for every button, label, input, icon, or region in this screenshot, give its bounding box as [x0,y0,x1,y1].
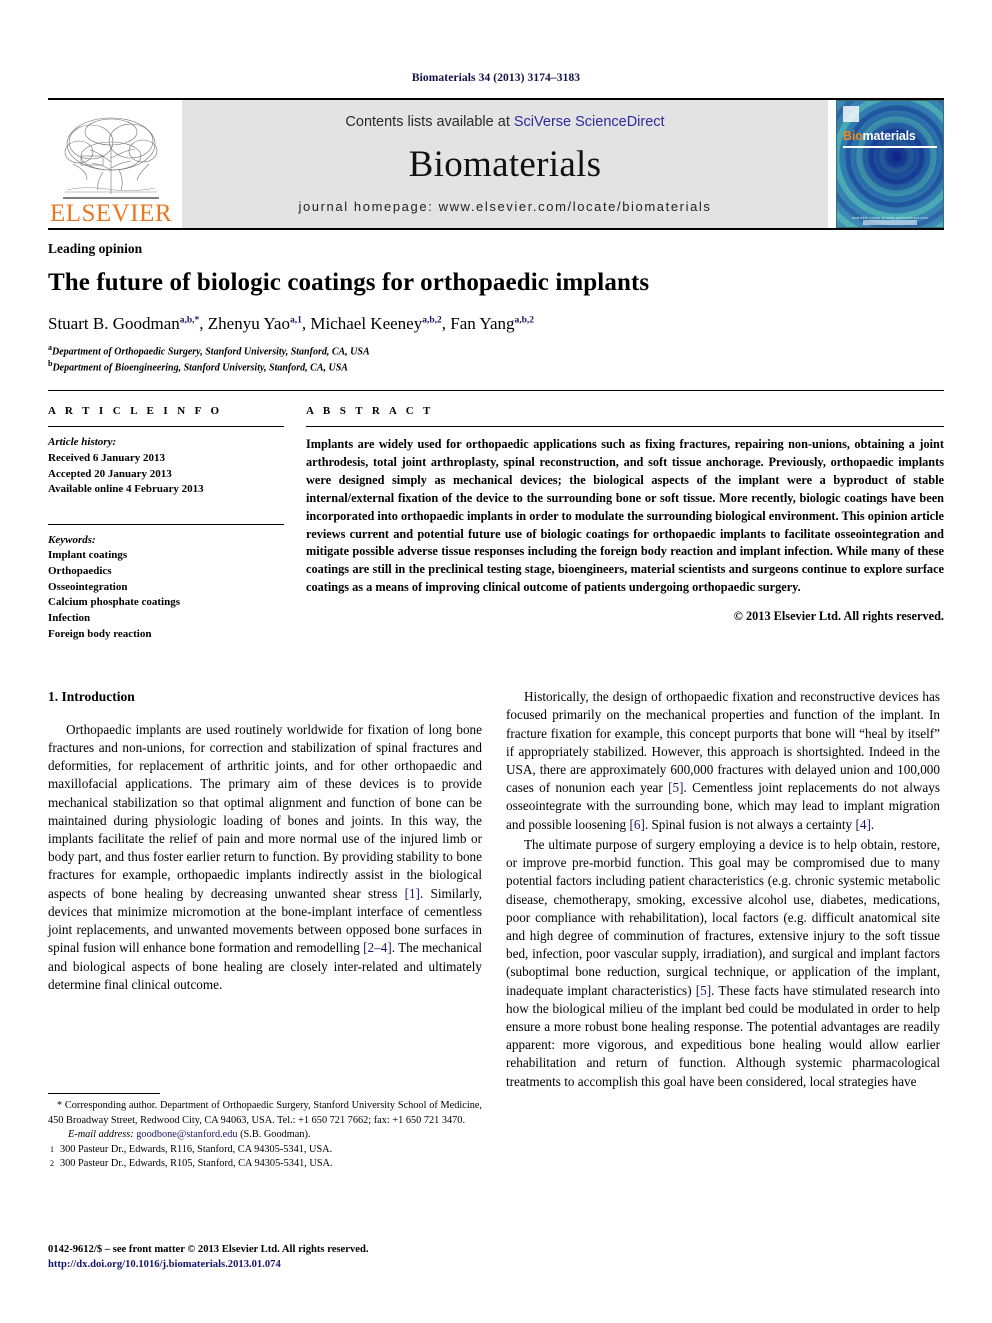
elsevier-tree-icon [63,117,159,199]
body-column-left: 1. Introduction Orthopaedic implants are… [48,688,482,1093]
imprint-block: 0142-9612/$ – see front matter © 2013 El… [48,1242,518,1273]
keyword-item: Osseointegration [48,580,128,593]
info-abstract-block: A R T I C L E I N F O Article history: R… [48,390,944,642]
author-entry: Fan Yanga,b,2 [450,314,534,333]
email-note: E-mail address: goodbone@stanford.edu (S… [48,1128,482,1143]
contents-prefix: Contents lists available at [345,114,514,130]
author-name: Michael Keeney [310,313,423,333]
keywords-label: Keywords: [48,533,96,546]
citation-reference[interactable]: [5] [696,983,711,998]
body-column-right: Historically, the design of orthopaedic … [506,688,940,1093]
keyword-item: Implant coatings [48,549,128,562]
citation-reference[interactable]: [5] [668,780,683,795]
author-entry: Stuart B. Goodmana,b,* [48,314,199,333]
history-item: Accepted 20 January 2013 [48,467,172,480]
citation-reference[interactable]: [2–4] [363,940,392,955]
author-name: Zhenyu Yao [207,313,290,333]
article-type-label: Leading opinion [48,241,143,256]
author-name: Stuart B. Goodman [48,313,180,333]
corresponding-author-note: * Corresponding author. Department of Or… [48,1100,482,1126]
author-entry: Michael Keeneya,b,2 [310,314,441,333]
running-head: Biomaterials 34 (2013) 3174–3183 [411,72,581,84]
journal-homepage-link[interactable]: journal homepage: www.elsevier.com/locat… [298,199,711,214]
affiliations: aDepartment of Orthopaedic Surgery, Stan… [48,343,944,375]
author-marks: a,1 [289,315,302,326]
abstract-heading: A B S T R A C T [306,405,434,418]
abstract-copyright: © 2013 Elsevier Ltd. All rights reserved… [733,609,944,624]
article-info-rule [48,426,284,428]
article-info-column: A R T I C L E I N F O Article history: R… [48,405,284,642]
issn-line: 0142-9612/$ – see front matter © 2013 El… [48,1244,369,1255]
body-paragraph: Historically, the design of orthopaedic … [506,689,940,832]
page-title: The future of biologic coatings for orth… [48,269,650,296]
author-list: Stuart B. Goodmana,b,*, Zhenyu Yaoa,1, M… [48,313,535,333]
history-item: Available online 4 February 2013 [48,483,204,496]
author-marks: a,b,2 [422,315,442,326]
cover-title: Biomaterials [843,129,916,143]
journal-title: Biomaterials [408,144,602,185]
journal-banner: Contents lists available at SciVerse Sci… [182,100,828,228]
footnotes-block: * Corresponding author. Department of Or… [48,1093,482,1172]
footnote-item-2: 2 300 Pasteur Dr., Edwards, R105, Stanfor… [48,1157,482,1172]
keyword-item: Infection [48,611,91,624]
contents-available-line: Contents lists available at SciVerse Sci… [345,114,664,130]
author-entry: Zhenyu Yaoa,1 [208,314,302,333]
article-info-heading: A R T I C L E I N F O [48,405,223,418]
footnote-mark: 2 [50,1159,54,1169]
keywords-block: Keywords: Implant coatings Orthopaedics … [48,523,284,642]
affiliation-item: aDepartment of Orthopaedic Surgery, Stan… [48,343,944,359]
citation-reference[interactable]: [6] [629,817,644,832]
abstract-column: A B S T R A C T Implants are widely used… [306,405,944,642]
article-history: Article history: Received 6 January 2013… [48,435,284,497]
citation-reference[interactable]: [4] [855,817,870,832]
cover-title-bio: Bio [843,129,863,143]
footnote-text: 300 Pasteur Dr., Edwards, R116, Stanford… [60,1143,333,1155]
doi-link[interactable]: http://dx.doi.org/10.1016/j.biomaterials… [48,1257,518,1272]
journal-cover-thumbnail: Biomaterials available online at www.sci… [836,100,944,228]
citation-reference[interactable]: [1] [405,886,420,901]
abstract-rule [306,426,944,428]
affiliation-item: bDepartment of Bioengineering, Stanford … [48,359,944,375]
footnote-mark: 1 [50,1144,54,1154]
keywords-list: Keywords: Implant coatings Orthopaedics … [48,533,284,642]
sciencedirect-link[interactable]: SciVerse ScienceDirect [514,114,665,130]
affiliation-text: Department of Orthopaedic Surgery, Stanf… [52,346,370,358]
author-marks: a,b,* [179,315,200,326]
history-item: Received 6 January 2013 [48,452,166,465]
elsevier-logo: ELSEVIER [48,100,174,228]
article-history-label: Article history: [48,436,117,449]
keyword-item: Calcium phosphate coatings [48,596,181,609]
masthead-bottom-rule [48,228,944,230]
footnote-rule [48,1093,160,1094]
cover-elsevier-icon [843,106,859,122]
journal-masthead: ELSEVIER Contents lists available at Sci… [48,98,944,228]
footnote-item-1: 1 300 Pasteur Dr., Edwards, R116, Stanfor… [48,1143,482,1158]
abstract-text: Implants are widely used for orthopaedic… [306,437,944,595]
footnote-text: 300 Pasteur Dr., Edwards, R105, Stanford… [60,1158,333,1170]
email-label: E-mail address: [68,1129,134,1141]
body-paragraph: Orthopaedic implants are used routinely … [48,721,483,992]
email-owner: (S.B. Goodman). [240,1129,311,1141]
keyword-item: Orthopaedics [48,565,112,578]
cover-title-materials: materials [862,129,916,143]
article-page: Biomaterials 34 (2013) 3174–3183 ELSEVIE… [0,0,992,1323]
author-marks: a,b,2 [514,315,535,326]
elsevier-wordmark: ELSEVIER [49,200,173,227]
cover-rule [843,146,937,148]
keyword-item: Foreign body reaction [48,627,152,640]
keywords-rule [48,523,284,525]
section-heading-introduction: 1. Introduction [48,689,135,705]
cover-footer-bar [863,220,917,225]
body-columns: 1. Introduction Orthopaedic implants are… [48,688,944,1093]
affiliation-text: Department of Bioengineering, Stanford U… [52,361,348,373]
author-name: Fan Yang [450,313,515,333]
email-link[interactable]: goodbone@stanford.edu [136,1129,237,1140]
body-paragraph: The ultimate purpose of surgery employin… [506,836,940,1089]
